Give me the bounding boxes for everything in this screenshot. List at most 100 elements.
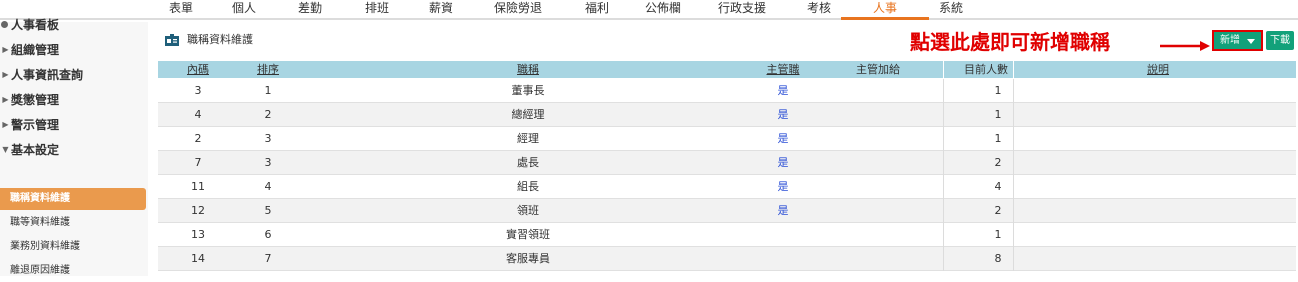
column-divider [1013, 199, 1014, 223]
table-cell-order: 7 [264, 252, 272, 265]
table-cell-count: 1 [994, 108, 1002, 121]
table-cell-title: 領班 [517, 204, 539, 217]
sidebar: 人事看板 ▶ 組織管理 ▶ 人事資訊查詢 ▶ 獎懲管理 ▶ 警示管理 ▼ 基本設定 職稱資料維護 職等資… [0, 18, 148, 276]
sidebar-item-label: 基本設定 [11, 143, 60, 157]
add-button-label: 新增 [1220, 35, 1240, 46]
table-cell-manager: 是 [777, 132, 789, 145]
table-cell-manager: 是 [777, 84, 789, 97]
table-row[interactable]: 12 5 領班 是 2 [158, 199, 1296, 223]
table-row[interactable]: 11 4 組長 是 4 [158, 175, 1296, 199]
table-cell-order: 3 [264, 132, 272, 145]
table-cell-order: 2 [264, 108, 272, 121]
nav-item[interactable]: 考核 [807, 1, 831, 15]
table-cell-manager: 是 [777, 108, 789, 121]
nav-item[interactable]: 福利 [585, 1, 609, 15]
column-divider [1013, 127, 1014, 151]
nav-item[interactable]: 排班 [365, 1, 389, 15]
sidebar-item[interactable]: ▶ 人事資訊查詢 [0, 66, 148, 83]
sidebar-item[interactable]: ▶ 警示管理 [0, 116, 148, 133]
caret-right-icon: ▶ [2, 120, 9, 129]
sidebar-item[interactable]: ▶ 組織管理 [0, 41, 148, 58]
column-divider [1013, 103, 1014, 127]
column-header[interactable]: 內碼 [187, 61, 209, 78]
sidebar-item[interactable]: ▼ 基本設定 [0, 141, 148, 158]
sidebar-item-label: 警示管理 [11, 118, 60, 132]
table-cell-title: 總經理 [511, 108, 545, 121]
column-header: 主管加給 [856, 63, 900, 76]
column-header: 目前人數 [964, 63, 1008, 76]
table-cell-count: 2 [994, 204, 1002, 217]
column-divider [943, 175, 944, 199]
download-button[interactable]: 下載 [1266, 31, 1294, 50]
sidebar-subitem[interactable]: 職稱資料維護 [0, 188, 146, 210]
sidebar-item-label: 獎懲管理 [11, 93, 60, 107]
sidebar-item[interactable]: ▶ 獎懲管理 [0, 91, 148, 108]
sidebar-item-label: 人事資訊查詢 [11, 68, 84, 82]
table-cell-code: 7 [194, 156, 202, 169]
table-cell-code: 11 [191, 180, 205, 193]
column-header[interactable]: 排序 [257, 61, 279, 78]
top-nav: 表單 個人 差勤 排班 薪資 保險勞退 福利 公佈欄 行政支援 考核 人事 系統 [0, 0, 1298, 20]
table-row[interactable]: 4 2 總經理 是 1 [158, 103, 1296, 127]
table-row[interactable]: 7 3 處長 是 2 [158, 151, 1296, 175]
table-cell-manager: 是 [777, 156, 789, 169]
table-row[interactable]: 2 3 經理 是 1 [158, 127, 1296, 151]
sidebar-subitem[interactable]: 職等資料維護 [0, 212, 146, 234]
arrow-right-icon [1160, 41, 1210, 51]
table-cell-count: 1 [994, 132, 1002, 145]
table-cell-code: 4 [194, 108, 202, 121]
column-divider [943, 79, 944, 103]
nav-item[interactable]: 公佈欄 [645, 1, 681, 15]
nav-item[interactable]: 個人 [232, 1, 256, 15]
nav-item[interactable]: 系統 [939, 1, 963, 15]
caret-right-icon: ▶ [2, 45, 9, 54]
nav-item[interactable]: 保險勞退 [494, 1, 542, 15]
table-header: 內碼 排序 職稱 主管職 主管加給 目前人數 說明 [158, 61, 1296, 78]
column-header[interactable]: 主管職 [767, 61, 800, 78]
table-cell-order: 5 [264, 204, 272, 217]
add-button[interactable]: 新增 [1212, 30, 1263, 51]
table-cell-title: 處長 [517, 156, 539, 169]
nav-item[interactable]: 表單 [169, 1, 193, 15]
table-cell-count: 4 [994, 180, 1002, 193]
table-cell-title: 客服專員 [506, 252, 550, 265]
dot-icon [1, 21, 8, 28]
table-cell-code: 2 [194, 132, 202, 145]
column-divider [943, 151, 944, 175]
column-divider [1013, 61, 1014, 78]
sidebar-subitem[interactable]: 業務別資料維護 [0, 236, 146, 258]
table-cell-code: 13 [191, 228, 205, 241]
nav-item[interactable]: 薪資 [429, 1, 453, 15]
annotation-text: 點選此處即可新增職稱 [910, 30, 1110, 54]
caret-right-icon: ▶ [2, 95, 9, 104]
table-cell-count: 2 [994, 156, 1002, 169]
table-cell-title: 實習領班 [506, 228, 550, 241]
sidebar-subitem[interactable]: 離退原因維護 [0, 260, 146, 282]
column-divider [1013, 151, 1014, 175]
nav-item[interactable]: 行政支援 [718, 1, 766, 15]
nav-item[interactable]: 差勤 [298, 1, 322, 15]
table-row[interactable]: 13 6 實習領班 1 [158, 223, 1296, 247]
column-divider [943, 127, 944, 151]
id-card-icon [165, 34, 179, 46]
column-divider [1013, 247, 1014, 271]
table-cell-title: 組長 [517, 180, 539, 193]
sidebar-item[interactable]: 人事看板 [0, 16, 148, 33]
page-title: 職稱資料維護 [187, 33, 253, 46]
column-divider [943, 223, 944, 247]
column-header[interactable]: 職稱 [517, 61, 539, 78]
column-header[interactable]: 說明 [1147, 61, 1169, 78]
table-cell-manager: 是 [777, 204, 789, 217]
table-cell-code: 3 [194, 84, 202, 97]
table-cell-count: 1 [994, 228, 1002, 241]
table-row[interactable]: 3 1 董事長 是 1 [158, 79, 1296, 103]
sidebar-item-label: 組織管理 [11, 43, 60, 57]
column-divider [943, 199, 944, 223]
nav-item[interactable]: 人事 [873, 1, 897, 15]
column-divider [1013, 79, 1014, 103]
table-cell-title: 董事長 [511, 84, 545, 97]
column-divider [1013, 175, 1014, 199]
table-row[interactable]: 14 7 客服專員 8 [158, 247, 1296, 271]
column-divider [943, 61, 944, 78]
table-cell-order: 3 [264, 156, 272, 169]
